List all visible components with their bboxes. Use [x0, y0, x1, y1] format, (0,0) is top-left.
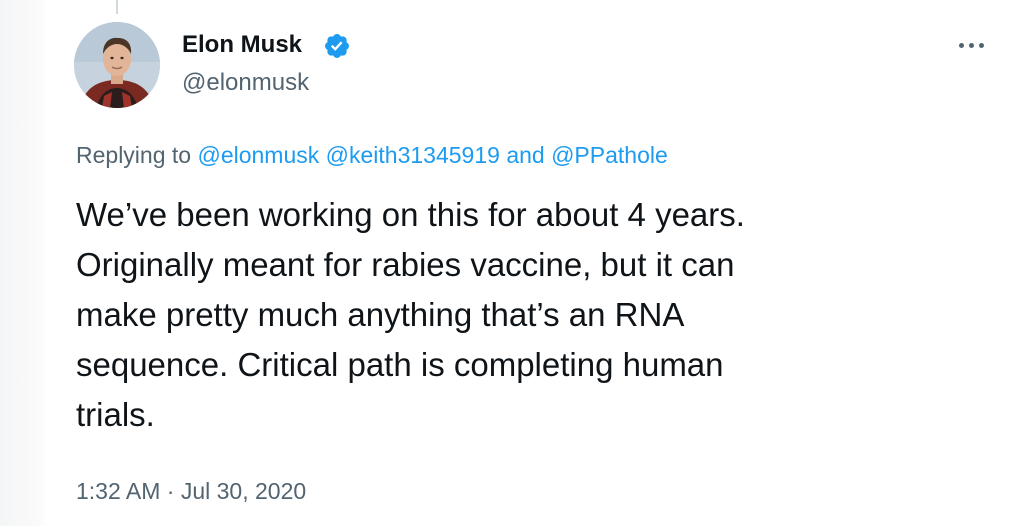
tweet-timestamp[interactable]: 1:32 AM · Jul 30, 2020	[76, 476, 306, 506]
author-handle[interactable]: @elonmusk	[182, 68, 309, 98]
replying-to-label: Replying to	[76, 142, 198, 168]
more-dot	[958, 42, 964, 48]
avatar-image	[74, 22, 160, 108]
tweet-text: We’ve been working on this for about 4 y…	[76, 196, 745, 433]
timestamp-separator: ·	[166, 478, 175, 504]
mention-link-keith31345919[interactable]: @keith31345919	[326, 142, 500, 168]
tweet: Elon Musk @elonmusk Replying to @elonmus…	[0, 0, 1024, 526]
replying-to-line: Replying to @elonmusk @keith31345919 and…	[76, 140, 668, 170]
verified-badge-icon	[325, 34, 349, 58]
mention-link-elonmusk[interactable]: @elonmusk	[197, 142, 319, 168]
tweet-time[interactable]: 1:32 AM	[76, 478, 160, 504]
mention-link-ppathole[interactable]: @PPathole	[551, 142, 668, 168]
mention-conjunction[interactable]: and	[506, 142, 544, 168]
tweet-date[interactable]: Jul 30, 2020	[181, 478, 306, 504]
author-display-name[interactable]: Elon Musk	[182, 30, 302, 60]
more-dot	[978, 42, 984, 48]
more-dot	[968, 42, 974, 48]
more-options-icon[interactable]	[954, 33, 988, 57]
avatar[interactable]	[74, 22, 160, 108]
